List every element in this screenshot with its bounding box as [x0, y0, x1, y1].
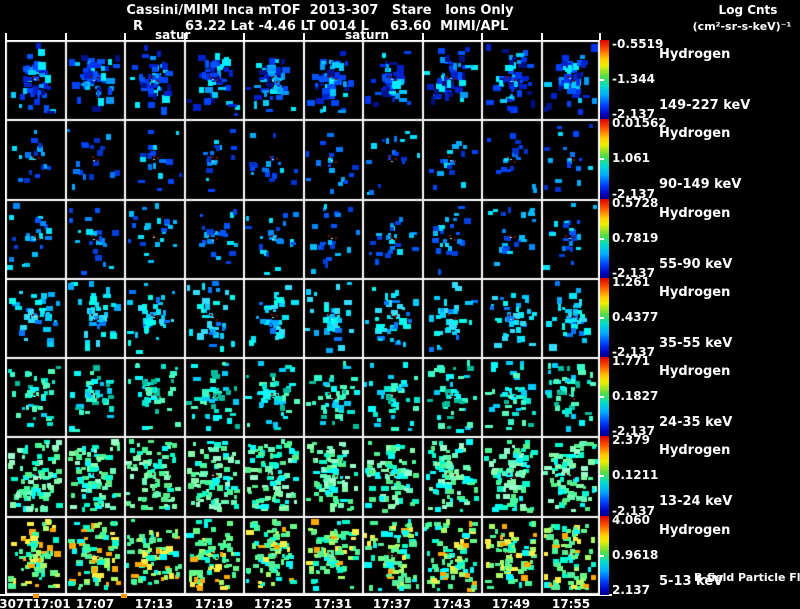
species-name: Hydrogen	[659, 523, 731, 538]
axis-event-marker	[33, 594, 39, 598]
subtitle-part: 63.22 Lat -4.46 LT 0014 L	[185, 19, 369, 34]
species-name: Hydrogen	[659, 206, 731, 221]
colorbar-mid-tick	[600, 79, 604, 81]
axis-event-marker	[121, 594, 127, 598]
row-species-label: Hydrogen 5-13 keV	[659, 488, 794, 609]
panel-grid-canvas	[5, 40, 600, 595]
colorbar-mid-tick	[600, 475, 604, 477]
colorbar-mid-tick	[600, 555, 604, 557]
top-axis-tick	[541, 33, 543, 40]
colorbar-mid-tick	[600, 158, 604, 160]
cassini-mimi-inca-display: Cassini/MIMI Inca mTOF 2013-307 Stare Io…	[0, 0, 800, 609]
saturn-marker-label: saturn	[345, 28, 389, 42]
top-axis-tick	[303, 33, 305, 40]
saturn-marker-label: satur	[155, 28, 191, 42]
top-axis-tick	[243, 33, 245, 40]
species-name: Hydrogen	[659, 47, 731, 62]
species-name: Hydrogen	[659, 364, 731, 379]
top-axis-tick	[124, 33, 126, 40]
top-axis-tick	[5, 33, 7, 40]
colorbar-mid-tick	[600, 396, 604, 398]
subtitle-part: 63.60 MIMI/APL	[390, 19, 509, 34]
page-title: Cassini/MIMI Inca mTOF 2013-307 Stare Io…	[126, 3, 514, 18]
colorbar-mid-tick	[600, 238, 604, 240]
species-name: Hydrogen	[659, 126, 731, 141]
subtitle-part: R	[133, 19, 144, 34]
species-name: Hydrogen	[659, 443, 731, 458]
top-axis-tick	[481, 33, 483, 40]
top-axis-tick	[599, 33, 601, 40]
colorbar-mid-tick	[600, 317, 604, 319]
top-axis-tick	[422, 33, 424, 40]
top-axis-tick	[65, 33, 67, 40]
time-tick-label: 17:55	[551, 597, 591, 609]
bottom-axis-line	[0, 594, 612, 596]
species-energy: 5-13 keV	[659, 574, 724, 589]
species-name: Hydrogen	[659, 285, 731, 300]
